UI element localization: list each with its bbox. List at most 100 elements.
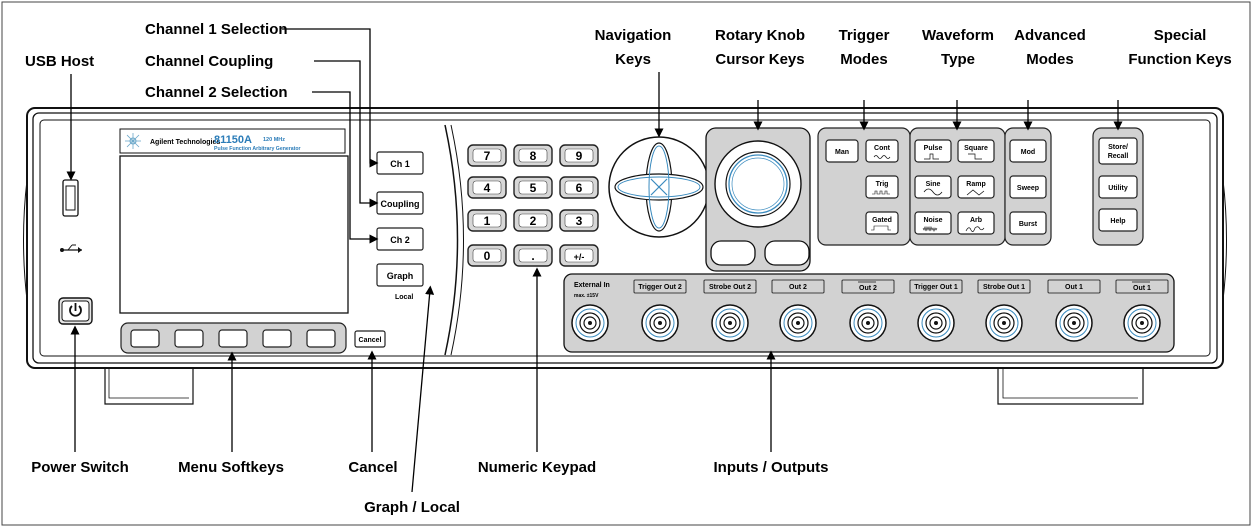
callout-cancel: Cancel — [348, 459, 397, 476]
bnc-strobe-out2[interactable] — [711, 304, 749, 342]
key-decimal[interactable]: . — [513, 244, 553, 267]
sine-key-label: Sine — [926, 181, 941, 188]
burst-key[interactable]: Burst — [1009, 211, 1047, 235]
external-in-note: max. ±15V — [574, 293, 599, 299]
key-1[interactable]: 1 — [467, 209, 507, 232]
callout-channel2: Channel 2 Selection — [145, 84, 288, 101]
key-plus-minus[interactable]: +/- — [559, 244, 599, 267]
man-key[interactable]: Man — [825, 139, 859, 163]
callout-inputs-outputs: Inputs / Outputs — [714, 459, 829, 476]
noise-key[interactable]: Noise — [914, 211, 952, 235]
callout-rotary-1: Rotary Knob — [715, 27, 805, 44]
key-3-label: 3 — [576, 214, 583, 228]
cancel-key-label: Cancel — [359, 337, 382, 344]
key-3[interactable]: 3 — [559, 209, 599, 232]
trig-key[interactable]: Trig — [865, 175, 899, 199]
strobe-out2-label-box: Strobe Out 2 — [703, 279, 757, 294]
callout-special-2: Function Keys — [1128, 51, 1231, 68]
local-label: Local — [395, 294, 413, 301]
bnc-trigger-out1[interactable] — [917, 304, 955, 342]
mod-key[interactable]: Mod — [1009, 139, 1047, 163]
store-label: Store/ — [1108, 144, 1128, 151]
coupling-key-label: Coupling — [381, 199, 420, 209]
pulse-key-label: Pulse — [924, 145, 943, 152]
bnc-out2-inverted[interactable] — [849, 304, 887, 342]
navigation-pad[interactable] — [608, 136, 710, 238]
usb-port[interactable] — [62, 179, 79, 217]
key-5[interactable]: 5 — [513, 176, 553, 199]
gated-key-label: Gated — [872, 217, 892, 224]
cursor-left-key[interactable] — [710, 240, 756, 266]
model-number: 81150A — [214, 134, 252, 146]
brand-strip: Agilent Technologies 81150A 120 MHz Puls… — [119, 128, 346, 154]
gated-key[interactable]: Gated — [865, 211, 899, 235]
callout-waveform-1: Waveform — [922, 27, 994, 44]
softkey-2[interactable] — [174, 329, 204, 348]
noise-key-label: Noise — [923, 217, 942, 224]
callout-numeric-keypad: Numeric Keypad — [478, 459, 596, 476]
help-key[interactable]: Help — [1098, 208, 1138, 232]
callout-navigation-2: Keys — [615, 51, 651, 68]
coupling-key[interactable]: Coupling — [376, 191, 424, 215]
ch1-key-label: Ch 1 — [390, 159, 410, 169]
callout-trigger-2: Modes — [840, 51, 888, 68]
callout-channel-coupling: Channel Coupling — [145, 53, 273, 70]
key-2-label: 2 — [530, 214, 537, 228]
bnc-external-in[interactable] — [571, 304, 609, 342]
square-key[interactable]: Square — [957, 139, 995, 163]
key-9[interactable]: 9 — [559, 144, 599, 167]
ch1-key[interactable]: Ch 1 — [376, 151, 424, 175]
help-key-label: Help — [1110, 218, 1125, 225]
key-0-label: 0 — [484, 249, 491, 263]
key-6-label: 6 — [576, 181, 583, 195]
softkey-3[interactable] — [218, 329, 248, 348]
man-key-label: Man — [835, 149, 849, 156]
ch2-key[interactable]: Ch 2 — [376, 227, 424, 251]
callout-graph-local: Graph / Local — [364, 499, 460, 516]
display-screen — [119, 155, 349, 314]
external-in-label: External In — [574, 282, 610, 289]
softkey-5[interactable] — [306, 329, 336, 348]
key-2[interactable]: 2 — [513, 209, 553, 232]
trigger-out1-label-box: Trigger Out 1 — [909, 279, 963, 294]
out1-inverted-label: Out 1 — [1133, 285, 1151, 292]
ramp-key[interactable]: Ramp — [957, 175, 995, 199]
ch2-key-label: Ch 2 — [390, 235, 410, 245]
bnc-out1[interactable] — [1055, 304, 1093, 342]
callout-channel1: Channel 1 Selection — [145, 21, 288, 38]
rotary-knob[interactable] — [714, 140, 802, 228]
cont-key[interactable]: Cont — [865, 139, 899, 163]
strobe-out1-label: Strobe Out 1 — [983, 284, 1025, 291]
callout-power-switch: Power Switch — [31, 459, 129, 476]
arb-key[interactable]: Arb — [957, 211, 995, 235]
sine-key[interactable]: Sine — [914, 175, 952, 199]
key-8-label: 8 — [530, 149, 537, 163]
callout-waveform-2: Type — [941, 51, 975, 68]
bnc-out1-inverted[interactable] — [1123, 304, 1161, 342]
key-4[interactable]: 4 — [467, 176, 507, 199]
softkey-4[interactable] — [262, 329, 292, 348]
strobe-out1-label-box: Strobe Out 1 — [977, 279, 1031, 294]
bnc-strobe-out1[interactable] — [985, 304, 1023, 342]
callout-menu-softkeys: Menu Softkeys — [178, 459, 284, 476]
key-7[interactable]: 7 — [467, 144, 507, 167]
utility-key[interactable]: Utility — [1098, 175, 1138, 199]
model-subtitle: Pulse Function Arbitrary Generator — [214, 146, 301, 152]
sweep-key[interactable]: Sweep — [1009, 175, 1047, 199]
key-0[interactable]: 0 — [467, 244, 507, 267]
softkey-1[interactable] — [130, 329, 160, 348]
bnc-out2[interactable] — [779, 304, 817, 342]
key-9-label: 9 — [576, 149, 583, 163]
bnc-trigger-out2[interactable] — [641, 304, 679, 342]
arb-key-label: Arb — [970, 217, 982, 224]
mod-key-label: Mod — [1021, 149, 1035, 156]
callout-advanced-1: Advanced — [1014, 27, 1086, 44]
key-8[interactable]: 8 — [513, 144, 553, 167]
store-recall-key[interactable]: Store/Recall — [1098, 137, 1138, 165]
key-6[interactable]: 6 — [559, 176, 599, 199]
graph-key[interactable]: Graph — [376, 263, 424, 287]
cancel-key[interactable]: Cancel — [354, 330, 386, 348]
trig-key-label: Trig — [876, 181, 889, 188]
pulse-key[interactable]: Pulse — [914, 139, 952, 163]
cursor-right-key[interactable] — [764, 240, 810, 266]
